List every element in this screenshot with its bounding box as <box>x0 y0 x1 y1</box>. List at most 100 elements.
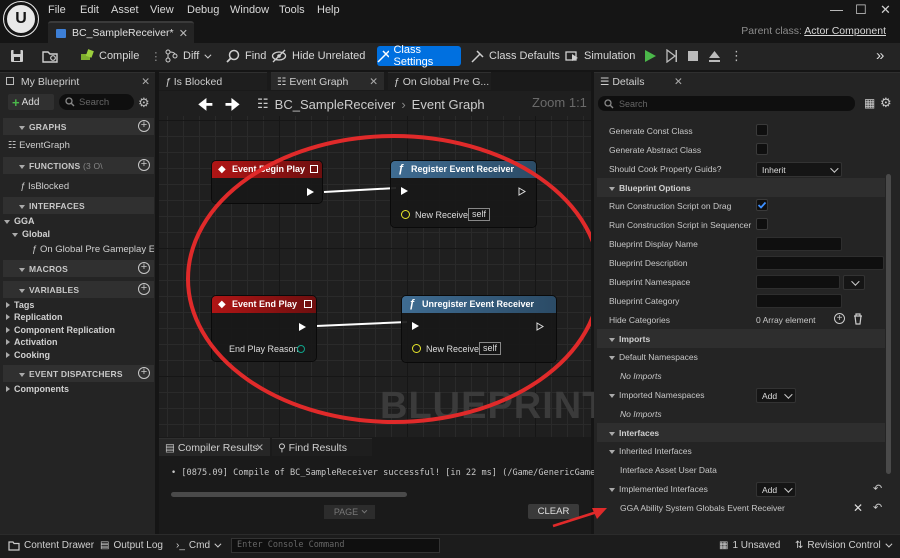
var-cat-component-replication[interactable]: Component Replication <box>6 325 115 335</box>
grid-view-icon[interactable]: ▦ <box>864 96 875 110</box>
toolbar-overflow-icon[interactable]: » <box>876 47 884 64</box>
close-tab-icon[interactable]: ✕ <box>369 76 378 88</box>
find-button[interactable]: Find <box>226 48 266 64</box>
menu-view[interactable]: View <box>150 4 174 16</box>
tab-compiler-results[interactable]: ▤ Compiler Results ✕ <box>159 438 270 456</box>
vertical-scrollbar[interactable] <box>886 174 891 474</box>
cook-guids-dropdown[interactable]: Inherit <box>756 162 842 177</box>
unsaved-button[interactable]: ▦ 1 Unsaved <box>719 540 780 551</box>
clear-button[interactable]: CLEAR <box>528 504 579 519</box>
console-input[interactable]: Enter Console Command <box>231 538 440 553</box>
reset-icon[interactable]: ↶ <box>873 501 882 514</box>
namespace-field[interactable] <box>756 275 840 289</box>
minimize-icon[interactable]: — <box>830 2 843 17</box>
macros-section[interactable]: MACROS + <box>3 260 154 277</box>
category-blueprint-options[interactable]: Blueprint Options <box>597 178 885 197</box>
components-category[interactable]: Components <box>6 384 69 394</box>
add-graph-icon[interactable]: + <box>138 120 150 132</box>
tab-event-graph[interactable]: ☷ Event Graph ✕ <box>271 72 384 90</box>
add-button[interactable]: + Add <box>8 94 54 110</box>
object-pin-icon[interactable] <box>412 344 421 353</box>
checkbox[interactable] <box>756 124 768 136</box>
category-field[interactable] <box>756 294 842 308</box>
tab-is-blocked[interactable]: ƒ Is Blocked <box>159 72 267 90</box>
exec-out-pin-icon[interactable] <box>536 322 544 331</box>
iface-item[interactable]: ƒ On Global Pre Gameplay Eff <box>32 244 154 255</box>
var-cat-activation[interactable]: Activation <box>6 337 58 347</box>
menu-edit[interactable]: Edit <box>80 4 99 16</box>
details-tab[interactable]: ☰ Details ✕ <box>594 72 900 90</box>
function-item-isblocked[interactable]: ƒ IsBlocked <box>20 181 69 192</box>
class-defaults-button[interactable]: Class Defaults <box>471 48 560 64</box>
var-cat-cooking[interactable]: Cooking <box>6 350 50 360</box>
delegate-pin-icon[interactable] <box>304 300 312 308</box>
parent-class-link[interactable]: Actor Component <box>804 25 886 37</box>
exec-out-pin[interactable] <box>307 188 314 196</box>
close-panel-icon[interactable]: ✕ <box>141 76 150 88</box>
document-tab[interactable]: BC_SampleReceiver* ✕ <box>48 21 194 43</box>
add-element-icon[interactable]: + <box>834 313 845 324</box>
node-event-begin-play[interactable]: ◆ Event Begin Play <box>212 161 322 203</box>
var-cat-replication[interactable]: Replication <box>6 312 63 322</box>
interfaces-section[interactable]: INTERFACES <box>3 197 154 214</box>
close-tab-icon[interactable]: ✕ <box>179 27 188 40</box>
exec-in-pin[interactable] <box>401 187 408 195</box>
breadcrumb-root[interactable]: BC_SampleReceiver <box>275 97 396 112</box>
event-dispatchers-section[interactable]: EVENT DISPATCHERS + <box>3 365 154 382</box>
node-register-event-receiver[interactable]: ƒ Register Event Receiver New Receiver s… <box>391 161 536 227</box>
menu-window[interactable]: Window <box>230 4 269 16</box>
play-icon[interactable] <box>643 49 657 63</box>
node-unregister-event-receiver[interactable]: ƒ Unregister Event Receiver New Receiver… <box>402 296 556 362</box>
details-search[interactable]: Search <box>598 96 855 111</box>
browse-asset-icon[interactable] <box>42 48 58 64</box>
object-pin-icon[interactable] <box>401 210 410 219</box>
menu-file[interactable]: File <box>48 4 66 16</box>
simulation-button[interactable]: Simulation <box>565 48 635 64</box>
output-log-button[interactable]: ▤ Output Log <box>100 540 163 551</box>
cmd-dropdown[interactable]: ›_ Cmd <box>176 540 222 551</box>
add-macro-icon[interactable]: + <box>138 262 150 274</box>
eject-icon[interactable] <box>708 49 721 63</box>
unreal-logo-icon[interactable]: U <box>3 1 39 37</box>
remove-interface-icon[interactable]: ✕ <box>853 501 863 515</box>
save-icon[interactable] <box>10 48 24 64</box>
delegate-pin-icon[interactable] <box>310 165 318 173</box>
iface-group-gga[interactable]: GGA <box>4 216 35 226</box>
graphs-section[interactable]: GRAPHS + <box>3 118 154 135</box>
menu-tools[interactable]: Tools <box>279 4 305 16</box>
content-drawer-button[interactable]: Content Drawer <box>8 540 94 551</box>
add-function-icon[interactable]: + <box>138 159 150 171</box>
page-dropdown[interactable]: PAGE <box>324 505 375 519</box>
iface-subgroup-global[interactable]: Global <box>12 229 50 239</box>
close-panel-icon[interactable]: ✕ <box>674 76 683 88</box>
checkbox[interactable] <box>756 218 768 230</box>
node-event-end-play[interactable]: ◆ Event End Play End Play Reason <box>212 296 316 361</box>
display-name-field[interactable] <box>756 237 842 251</box>
enum-pin-icon[interactable] <box>297 345 305 353</box>
menu-debug[interactable]: Debug <box>187 4 219 16</box>
class-settings-button[interactable]: Class Settings <box>377 44 461 68</box>
revision-control-button[interactable]: ⇅ Revision Control <box>795 540 893 551</box>
my-blueprint-tab[interactable]: My Blueprint ✕ <box>0 72 155 90</box>
add-import-dropdown[interactable]: Add <box>756 388 796 403</box>
add-interface-dropdown[interactable]: Add <box>756 482 796 497</box>
step-icon[interactable] <box>666 49 678 63</box>
hide-unrelated-button[interactable]: Hide Unrelated ⋮ <box>271 48 385 64</box>
functions-section[interactable]: FUNCTIONS (3 O\ + <box>3 157 154 174</box>
tab-on-global-pre[interactable]: ƒ On Global Pre G... <box>388 72 491 90</box>
variables-section[interactable]: VARIABLES + <box>3 281 154 298</box>
trash-icon[interactable] <box>853 313 863 325</box>
settings-gear-icon[interactable]: ⚙ <box>138 95 150 111</box>
reset-icon[interactable]: ↶ <box>873 482 882 495</box>
compile-options-icon[interactable]: ⋮ <box>150 50 161 63</box>
checkbox[interactable] <box>756 143 768 155</box>
add-dispatcher-icon[interactable]: + <box>138 367 150 379</box>
horizontal-scrollbar[interactable] <box>171 492 407 497</box>
tab-find-results[interactable]: ⚲ Find Results <box>272 438 372 456</box>
menu-asset[interactable]: Asset <box>111 4 139 16</box>
var-cat-tags[interactable]: Tags <box>6 300 34 310</box>
settings-gear-icon[interactable]: ⚙ <box>880 95 892 111</box>
category-interfaces[interactable]: Interfaces <box>597 423 885 442</box>
add-variable-icon[interactable]: + <box>138 283 150 295</box>
description-field[interactable] <box>756 256 884 270</box>
